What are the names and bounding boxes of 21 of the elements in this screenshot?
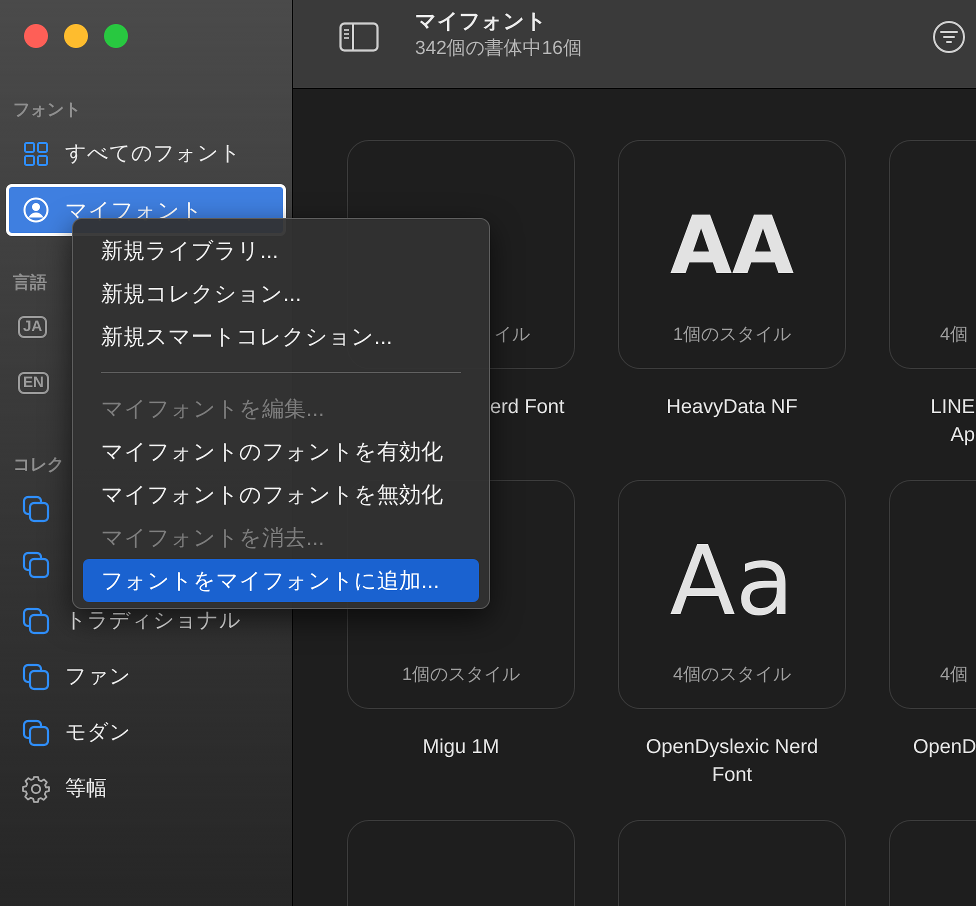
section-heading: コレク: [13, 454, 64, 476]
font-name: Migu 1M: [422, 735, 500, 760]
style-count: 4個のスタイル: [672, 663, 791, 686]
font-name: LINE Ap: [930, 395, 975, 448]
style-count: 1個のスタイル: [672, 323, 791, 346]
font-name: OpenD: [913, 735, 975, 760]
language-badge: JA: [18, 316, 48, 338]
font-preview: AA: [670, 201, 794, 291]
style-count: 4個: [940, 663, 968, 686]
font-name: erd Font: [490, 395, 564, 420]
font-name: OpenDyslexic Nerd Font: [644, 735, 820, 788]
style-count: イル: [494, 323, 530, 346]
section-heading: フォント: [13, 98, 81, 120]
font-preview: Aa: [670, 531, 794, 631]
language-badge: EN: [18, 372, 49, 394]
window-title: マイフォント: [415, 9, 548, 35]
font-name: HeavyData NF: [665, 395, 799, 420]
section-heading: 言語: [13, 272, 47, 294]
style-count: 1個のスタイル: [402, 663, 520, 686]
style-count: 4個: [940, 323, 968, 346]
font-count: 342個の書体中16個: [415, 37, 582, 61]
